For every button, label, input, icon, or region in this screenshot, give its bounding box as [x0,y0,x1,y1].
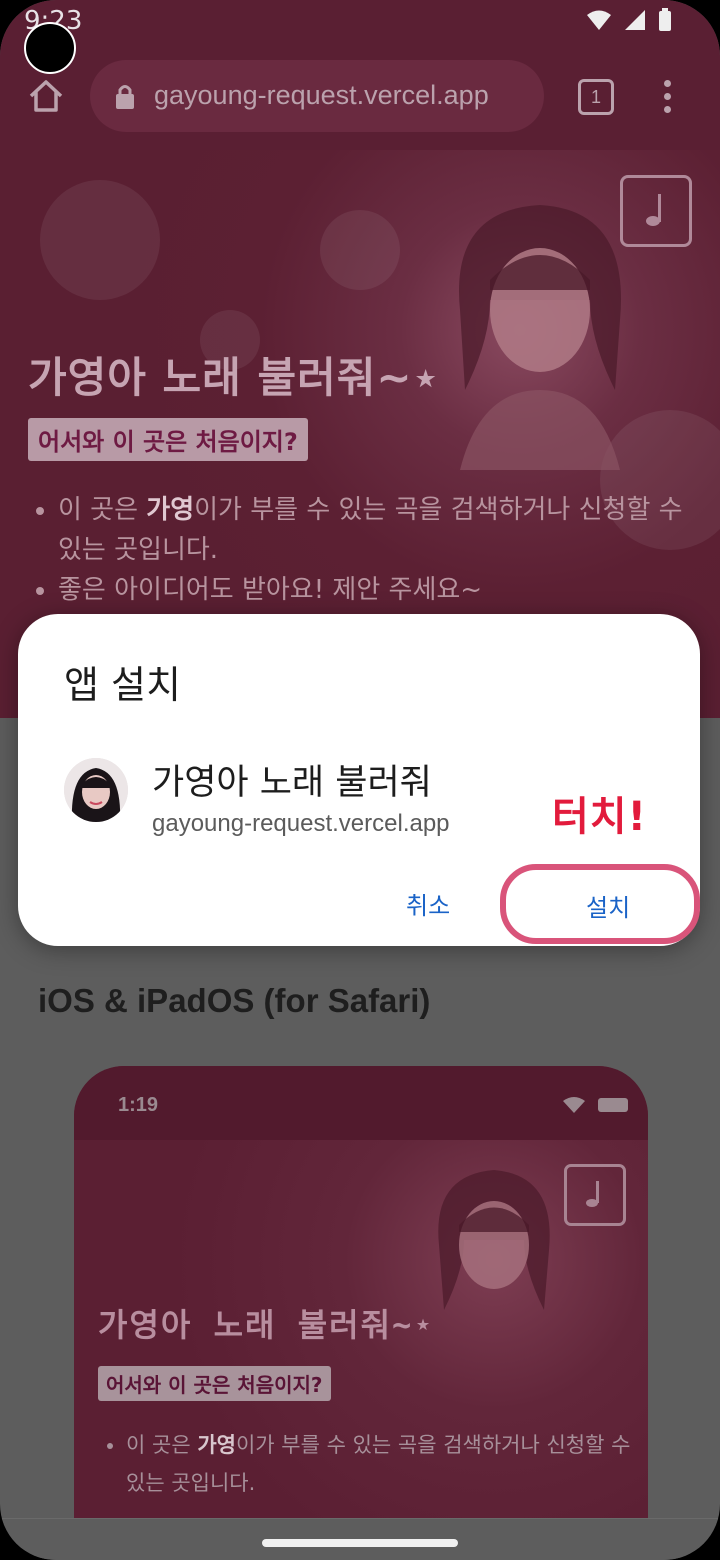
artist-portrait [459,205,621,470]
touch-annotation: 터치! [552,794,647,840]
ios-preview-image: 1:19 가영아 노래 불러줘~⋆ 어서와 이 곳은 처음이지? 이 곳은 가영… [74,1066,648,1546]
install-highlight-ring: 설치 [500,864,700,944]
mock-status-bar: 1:19 [74,1066,648,1140]
hero-subtitle: 어서와 이 곳은 처음이지? [28,418,308,461]
ios-section-title: iOS & iPadOS (for Safari) [38,982,431,1019]
more-vert-icon[interactable] [664,80,672,119]
music-toggle-button[interactable] [620,175,692,247]
home-gesture-handle[interactable] [262,1539,458,1547]
hero-bullets: 이 곳은 가영이가 부를 수 있는 곡을 검색하거나 신청할 수 있는 곳입니다… [38,490,698,610]
mock-time: 1:19 [118,1094,159,1116]
mock-bullet-1: 이 곳은 가영이가 부를 수 있는 곡을 검색하거나 신청할 수 있는 곳입니다… [126,1426,636,1502]
lock-icon [116,85,134,109]
status-bar: 9:23 [0,0,720,40]
mock-artist-portrait [438,1170,550,1310]
app-url: gayoung-request.vercel.app [152,810,450,837]
mock-music-button [564,1164,626,1226]
camera-cutout [24,22,76,74]
battery-icon [659,8,671,31]
wifi-icon [563,1097,585,1113]
app-name: 가영아 노래 불러줘 [152,763,432,803]
address-url: gayoung-request.vercel.app [154,80,489,110]
mock-bullets: 이 곳은 가영이가 부를 수 있는 곡을 검색하거나 신청할 수 있는 곳입니다… [104,1426,636,1502]
hero-title: 가영아 노래 불러줘~⋆ [28,353,440,402]
battery-icon [598,1098,628,1112]
install-app-dialog: 앱 설치 가영아 노래 불러줘 gayoung-request.vercel.a… [18,614,700,946]
dialog-title: 앱 설치 [64,663,181,707]
status-icons [586,8,672,32]
hero-bullet-1: 이 곳은 가영이가 부를 수 있는 곡을 검색하거나 신청할 수 있는 곳입니다… [58,490,698,570]
browser-toolbar: gayoung-request.vercel.app 1 [0,40,720,150]
app-avatar-icon [64,758,128,822]
address-bar[interactable]: gayoung-request.vercel.app [90,60,544,132]
install-button[interactable]: 설치 [586,888,630,923]
music-note-icon [586,1181,599,1207]
mock-title: 가영아 노래 불러줘~⋆ [98,1306,435,1344]
hero-bullet-2: 좋은 아이디어도 받아요! 제안 주세요~ [58,570,698,610]
mock-hero: 가영아 노래 불러줘~⋆ 어서와 이 곳은 처음이지? 이 곳은 가영이가 부를… [74,1140,648,1546]
music-note-icon [646,194,661,226]
signal-icon [625,10,645,30]
tabs-icon[interactable]: 1 [578,79,614,115]
home-icon[interactable] [26,76,66,116]
gesture-nav-bar [0,1518,720,1560]
phone-screen: 9:23 gayoung-request.vercel.app 1 가영아 노래… [0,0,720,1560]
mock-subtitle: 어서와 이 곳은 처음이지? [98,1366,331,1401]
app-icon [64,758,128,822]
wifi-icon [587,10,611,30]
cancel-button[interactable]: 취소 [406,886,450,921]
